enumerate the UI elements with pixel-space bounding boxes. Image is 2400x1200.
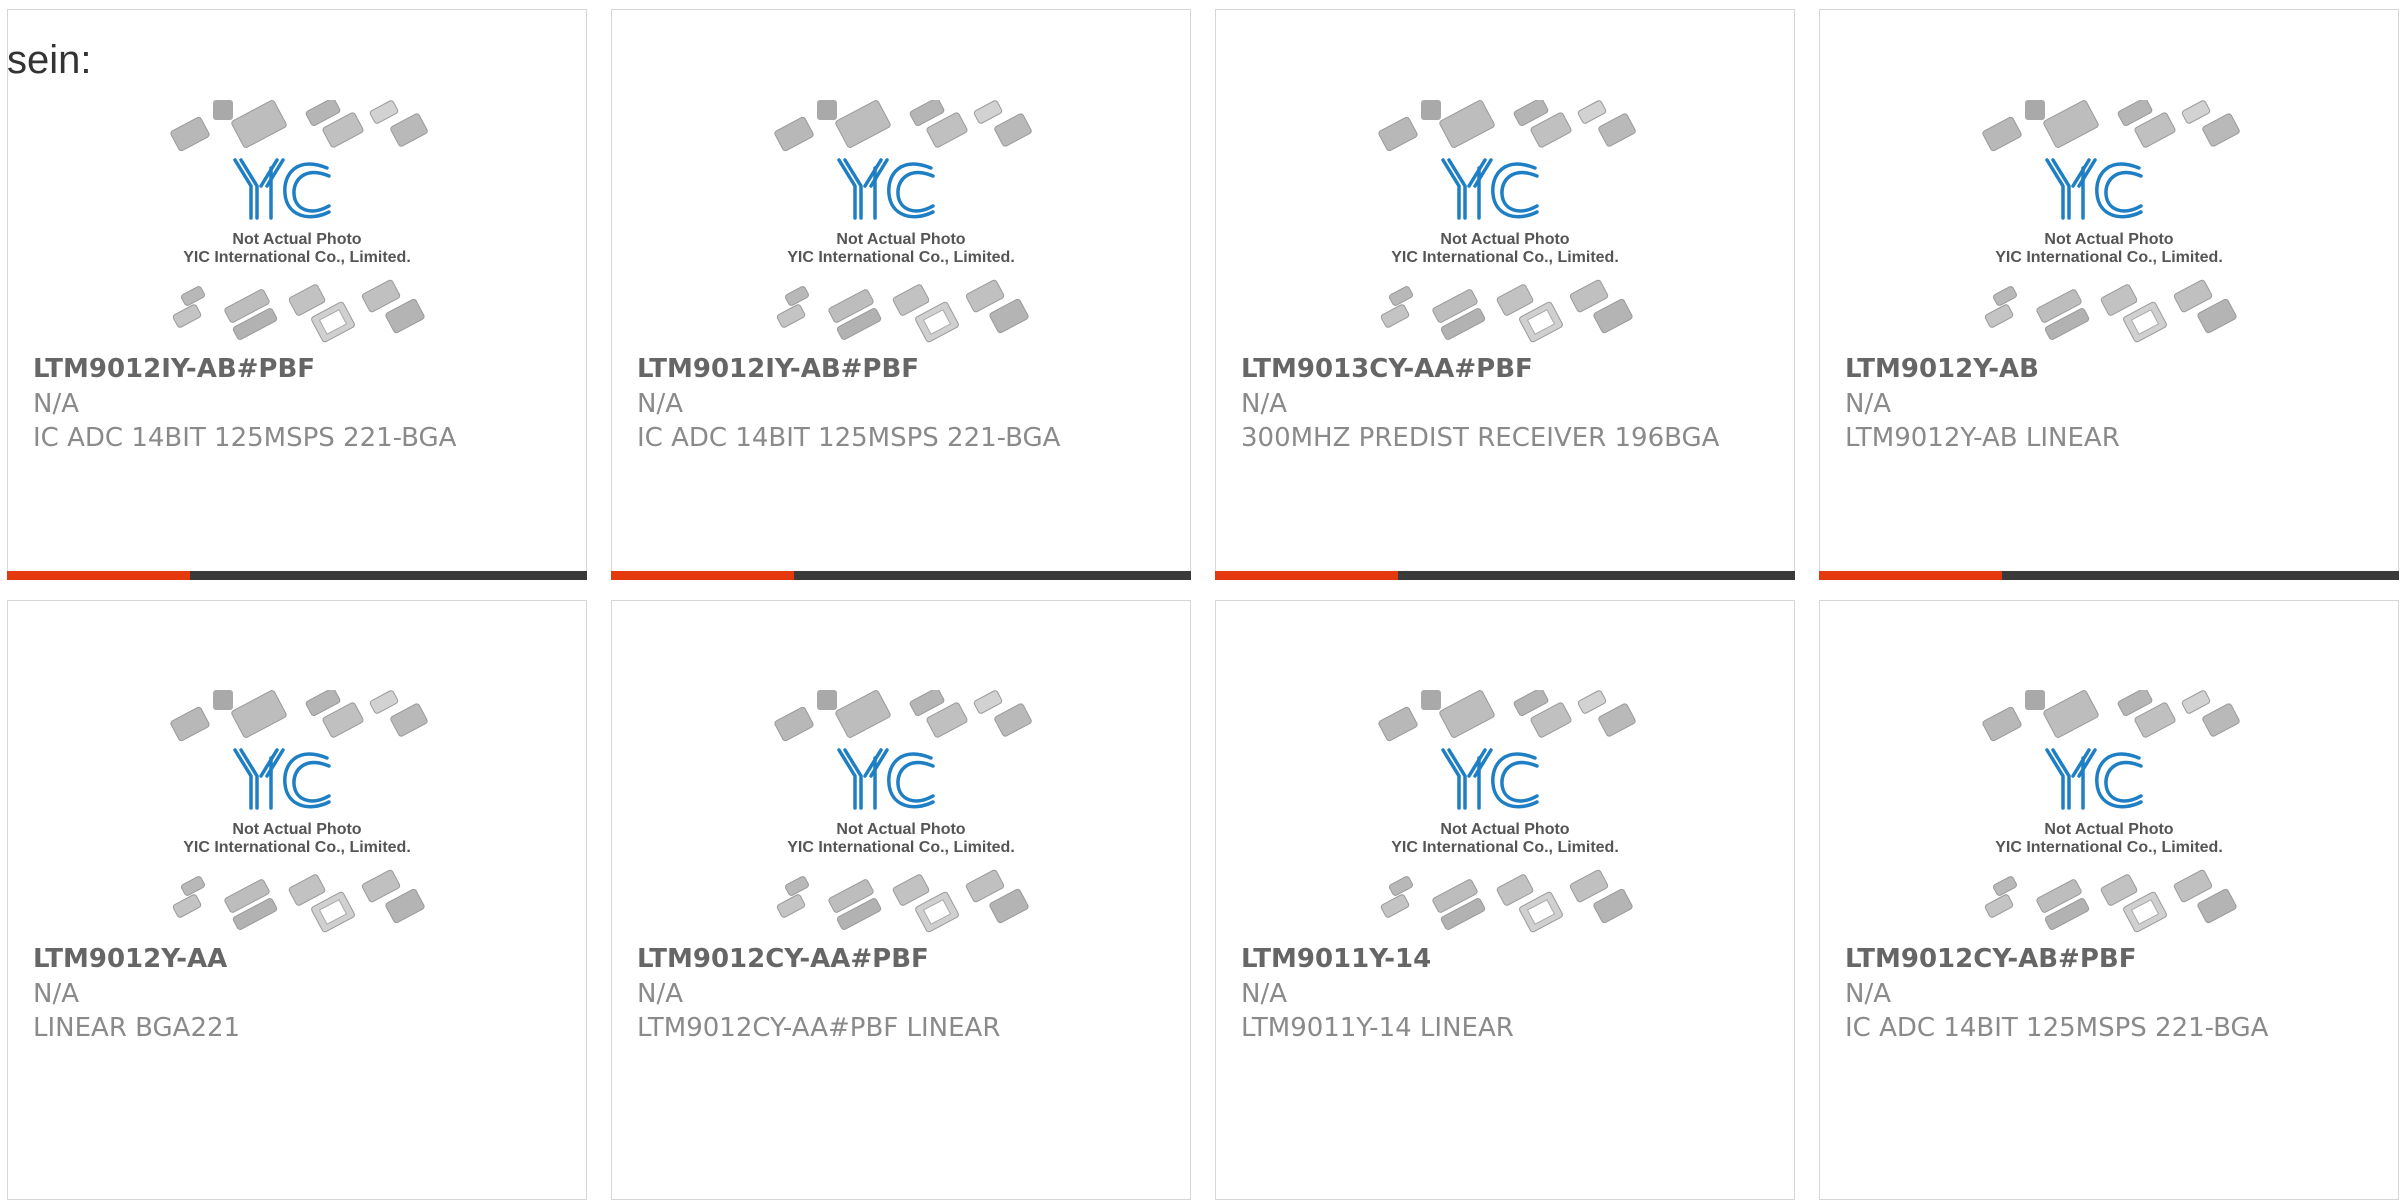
placeholder-line2: YIC International Co., Limited. [1391,839,1619,856]
product-part-number[interactable]: LTM9011Y-14 [1241,942,1771,977]
product-card[interactable]: Not Actual Photo YIC International Co., … [1215,9,1795,580]
product-photo-placeholder: Not Actual Photo YIC International Co., … [8,100,586,350]
chip-icons-top [1378,100,1636,152]
chip-small-icon [817,100,837,120]
product-manufacturer: N/A [33,389,79,419]
chip-icons-top [1378,690,1636,742]
product-description: 300MHZ PREDIST RECEIVER 196BGA [1241,423,1720,453]
card-footer-bar [1215,571,1795,580]
product-photo-placeholder: Not Actual Photo YIC International Co., … [1216,690,1794,940]
product-part-number[interactable]: LTM9012Y-AA [33,942,563,977]
chip-icons-top [170,100,428,152]
product-card[interactable]: Not Actual Photo YIC International Co., … [611,9,1191,580]
product-description: IC ADC 14BIT 125MSPS 221-BGA [33,423,457,453]
chip-icons-top [1982,100,2240,152]
placeholder-line2: YIC International Co., Limited. [1391,249,1619,266]
placeholder-line1: Not Actual Photo [836,821,965,838]
product-description: IC ADC 14BIT 125MSPS 221-BGA [637,423,1061,453]
product-card[interactable]: Not Actual Photo YIC International Co., … [7,600,587,1200]
yic-logo-icon [233,748,331,810]
yic-logo-icon [837,158,935,220]
chip-icons-top [774,100,1032,152]
product-photo-placeholder: Not Actual Photo YIC International Co., … [612,690,1190,940]
product-grid: Not Actual Photo YIC International Co., … [0,0,2400,1200]
product-card[interactable]: Not Actual Photo YIC International Co., … [1215,600,1795,1200]
product-part-number[interactable]: LTM9012CY-AA#PBF [637,942,1167,977]
product-manufacturer: N/A [1845,979,1891,1009]
product-description: LTM9012Y-AB LINEAR [1845,423,2120,453]
chip-small-icon [213,100,233,120]
placeholder-line2: YIC International Co., Limited. [183,249,411,266]
chip-small-icon [817,690,837,710]
chip-small-icon [2025,100,2045,120]
yic-logo-icon [2045,748,2143,810]
product-photo-placeholder: Not Actual Photo YIC International Co., … [8,690,586,940]
product-part-number[interactable]: LTM9012Y-AB [1845,352,2375,387]
placeholder-line2: YIC International Co., Limited. [183,839,411,856]
product-manufacturer: N/A [637,979,683,1009]
placeholder-line1: Not Actual Photo [836,231,965,248]
card-footer-bar [1819,571,2399,580]
product-manufacturer: N/A [637,389,683,419]
product-card[interactable]: Not Actual Photo YIC International Co., … [611,600,1191,1200]
product-card[interactable]: Not Actual Photo YIC International Co., … [7,9,587,580]
product-description: LTM9011Y-14 LINEAR [1241,1013,1514,1043]
placeholder-line2: YIC International Co., Limited. [1995,249,2223,266]
placeholder-line1: Not Actual Photo [2044,821,2173,838]
chip-icons-bottom [172,869,425,933]
placeholder-line2: YIC International Co., Limited. [787,839,1015,856]
card-footer-bar [7,571,587,580]
yic-logo-icon [1441,158,1539,220]
product-part-number[interactable]: LTM9013CY-AA#PBF [1241,352,1771,387]
chip-icons-bottom [776,869,1029,933]
product-manufacturer: N/A [1241,979,1287,1009]
chip-small-icon [213,690,233,710]
product-card[interactable]: Not Actual Photo YIC International Co., … [1819,600,2399,1200]
yic-logo-icon [837,748,935,810]
product-photo-placeholder: Not Actual Photo YIC International Co., … [1216,100,1794,350]
chip-icons-bottom [172,279,425,343]
chip-icons-bottom [1380,279,1633,343]
chip-small-icon [1421,690,1441,710]
chip-small-icon [2025,690,2045,710]
product-part-number[interactable]: LTM9012IY-AB#PBF [637,352,1167,387]
placeholder-line1: Not Actual Photo [232,821,361,838]
product-manufacturer: N/A [1241,389,1287,419]
placeholder-line1: Not Actual Photo [232,231,361,248]
chip-icons-bottom [1984,279,2237,343]
product-part-number[interactable]: LTM9012IY-AB#PBF [33,352,563,387]
placeholder-line1: Not Actual Photo [1440,231,1569,248]
card-footer-bar [611,571,1191,580]
placeholder-line1: Not Actual Photo [1440,821,1569,838]
chip-icons-bottom [776,279,1029,343]
product-photo-placeholder: Not Actual Photo YIC International Co., … [1820,100,2398,350]
chip-icons-bottom [1984,869,2237,933]
chip-icons-top [774,690,1032,742]
yic-logo-icon [2045,158,2143,220]
product-description: LINEAR BGA221 [33,1013,241,1043]
placeholder-line2: YIC International Co., Limited. [1995,839,2223,856]
page-prefix-text: sein: [7,38,92,82]
product-part-number[interactable]: LTM9012CY-AB#PBF [1845,942,2375,977]
placeholder-line2: YIC International Co., Limited. [787,249,1015,266]
chip-icons-bottom [1380,869,1633,933]
chip-icons-top [170,690,428,742]
chip-icons-top [1982,690,2240,742]
placeholder-line1: Not Actual Photo [2044,231,2173,248]
product-description: IC ADC 14BIT 125MSPS 221-BGA [1845,1013,2269,1043]
product-card[interactable]: Not Actual Photo YIC International Co., … [1819,9,2399,580]
product-description: LTM9012CY-AA#PBF LINEAR [637,1013,1001,1043]
yic-logo-icon [233,158,331,220]
product-photo-placeholder: Not Actual Photo YIC International Co., … [612,100,1190,350]
yic-logo-icon [1441,748,1539,810]
product-manufacturer: N/A [1845,389,1891,419]
chip-small-icon [1421,100,1441,120]
product-photo-placeholder: Not Actual Photo YIC International Co., … [1820,690,2398,940]
product-manufacturer: N/A [33,979,79,1009]
